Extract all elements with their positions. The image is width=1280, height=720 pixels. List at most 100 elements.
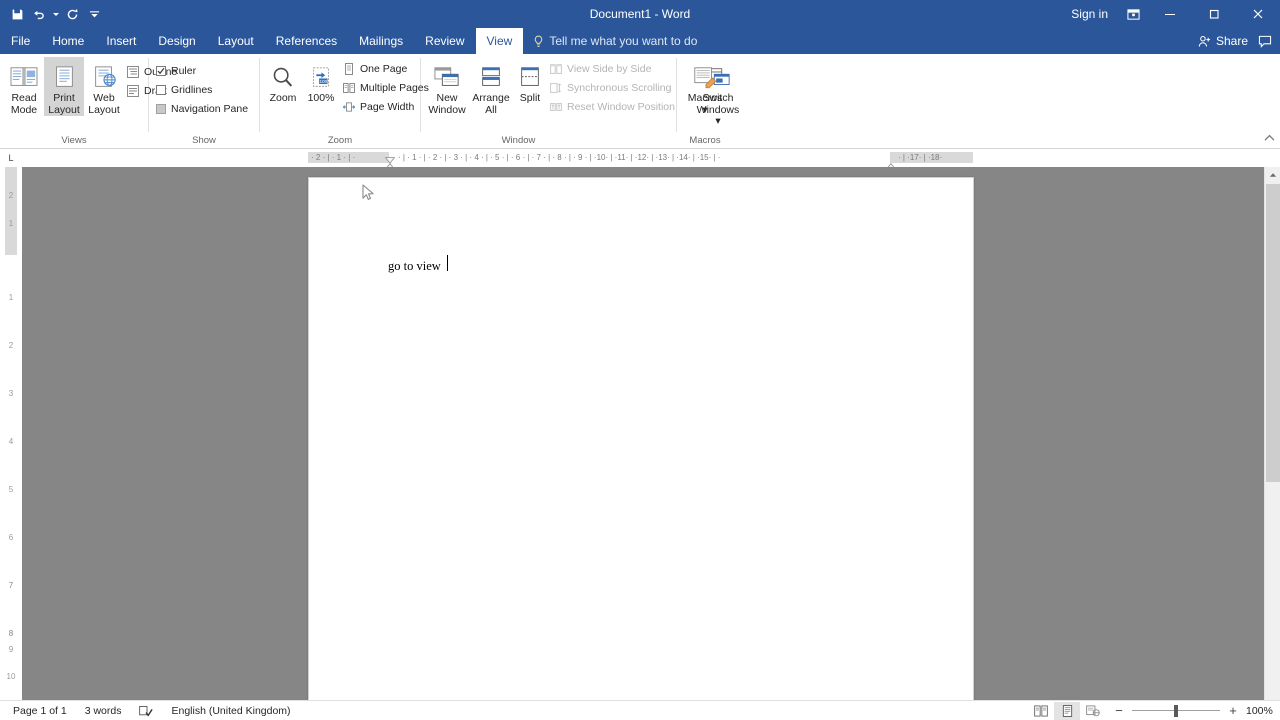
zoom-button[interactable]: Zoom [264, 57, 302, 105]
word-count[interactable]: 3 words [76, 701, 131, 720]
page-width-item[interactable]: Page Width [340, 98, 432, 116]
tell-me-search[interactable]: Tell me what you want to do [523, 28, 697, 54]
zoom-out-button[interactable]: − [1112, 703, 1126, 718]
multiple-pages-label: Multiple Pages [360, 82, 429, 94]
redo-icon[interactable] [61, 3, 83, 25]
document-body-text[interactable]: go to view [388, 259, 441, 274]
document-page[interactable]: go to view [308, 177, 974, 700]
customize-quick-access-toolbar-icon[interactable] [83, 3, 105, 25]
zoom-in-button[interactable]: + [1226, 703, 1240, 718]
share-button[interactable]: Share [1198, 34, 1248, 48]
zoom-slider-thumb[interactable] [1174, 704, 1178, 717]
vertical-scrollbar[interactable] [1264, 167, 1280, 700]
document-area: 2 1 1 2 3 4 5 6 7 8 7 8 9 10 go to view [0, 167, 1280, 700]
reset-window-position-item: Reset Window Position [547, 98, 678, 116]
zoom-level-label[interactable]: 100% [1246, 705, 1276, 717]
scrollbar-thumb[interactable] [1266, 184, 1280, 482]
web-layout-view-button[interactable] [1080, 702, 1106, 720]
view-side-by-side-item: View Side by Side [547, 60, 678, 78]
share-label: Share [1215, 34, 1248, 48]
sign-in-button[interactable]: Sign in [1061, 0, 1118, 28]
vruler-label: 6 [8, 533, 14, 542]
undo-dropdown-icon[interactable] [50, 3, 61, 25]
tab-stop-selector[interactable]: L [0, 149, 22, 167]
show-checkbox-list: Ruler Gridlines Navigation Pane [153, 60, 251, 118]
ribbon-group-macros: Macros ▾ Macros [677, 54, 733, 149]
ruler-label: Ruler [171, 65, 197, 77]
status-bar: Page 1 of 1 3 words English (United King… [0, 700, 1280, 720]
gridlines-checkbox[interactable] [156, 85, 166, 95]
ribbon-display-options-icon[interactable] [1118, 0, 1148, 28]
ruler-checkbox-row[interactable]: Ruler [153, 62, 251, 80]
ruler-checkbox[interactable] [156, 66, 166, 76]
tell-me-placeholder: Tell me what you want to do [549, 34, 698, 48]
vertical-ruler[interactable]: 2 1 1 2 3 4 5 6 7 8 7 8 9 10 [0, 167, 22, 700]
page-canvas[interactable]: go to view [22, 167, 1264, 700]
gridlines-checkbox-row[interactable]: Gridlines [153, 81, 251, 99]
tab-file[interactable]: File [0, 28, 41, 54]
print-layout-view-button[interactable] [1054, 701, 1080, 720]
zoom-100-icon: 100 [308, 59, 334, 93]
comments-icon[interactable] [1258, 35, 1272, 48]
macros-button[interactable]: Macros ▾ [681, 57, 729, 116]
tab-mailings[interactable]: Mailings [348, 28, 414, 54]
multiple-pages-icon [343, 82, 355, 94]
ribbon-group-show: Ruler Gridlines Navigation Pane Show [149, 54, 259, 149]
show-group-label: Show [192, 135, 216, 146]
undo-icon[interactable] [28, 3, 50, 25]
horizontal-ruler[interactable]: · 2 · | · 1 · | · · | · 1 · | · 2 · | · … [22, 149, 1264, 167]
close-icon[interactable] [1236, 0, 1280, 28]
collapse-ribbon-icon[interactable] [1262, 131, 1276, 145]
outline-view-icon [127, 66, 139, 78]
save-icon[interactable] [6, 3, 28, 25]
synchronous-scrolling-item: Synchronous Scrolling [547, 79, 678, 97]
tab-references[interactable]: References [265, 28, 348, 54]
proofing-errors-icon[interactable] [130, 705, 162, 717]
split-button[interactable]: Split [513, 57, 547, 105]
vruler-label: 3 [8, 389, 14, 398]
split-label: Split [519, 92, 541, 104]
language-indicator[interactable]: English (United Kingdom) [162, 701, 299, 720]
page-width-label: Page Width [360, 101, 415, 113]
tab-home[interactable]: Home [41, 28, 95, 54]
minimize-icon[interactable] [1148, 0, 1192, 28]
macros-label: Macros ▾ [687, 92, 723, 116]
read-mode-icon [9, 59, 39, 93]
text-caret [447, 255, 448, 271]
reset-window-position-label: Reset Window Position [567, 101, 675, 113]
restore-icon[interactable] [1192, 0, 1236, 28]
web-layout-button[interactable]: Web Layout [84, 57, 124, 116]
vruler-label: 8 [8, 629, 14, 638]
right-indent-marker[interactable] [886, 157, 895, 167]
tab-design[interactable]: Design [147, 28, 206, 54]
title-bar-right-controls: Sign in [1061, 0, 1280, 28]
scroll-up-arrow[interactable] [1265, 167, 1280, 183]
page-width-icon [343, 101, 355, 113]
tab-view[interactable]: View [475, 28, 524, 54]
read-mode-view-button[interactable] [1028, 702, 1054, 720]
horizontal-ruler-bar: L · 2 · | · 1 · | · · | · 1 · | · 2 · | … [0, 149, 1280, 167]
ribbon-tab-bar: File Home Insert Design Layout Reference… [0, 28, 1280, 54]
tab-review[interactable]: Review [414, 28, 475, 54]
arrange-all-button[interactable]: Arrange All [469, 57, 513, 116]
status-bar-right: − + 100% [1028, 701, 1276, 720]
tab-insert[interactable]: Insert [95, 28, 147, 54]
multiple-pages-item[interactable]: Multiple Pages [340, 79, 432, 97]
navigation-pane-checkbox-row[interactable]: Navigation Pane [153, 100, 251, 118]
navigation-pane-checkbox[interactable] [156, 104, 166, 114]
tab-layout[interactable]: Layout [207, 28, 265, 54]
one-page-label: One Page [360, 63, 408, 75]
magnifier-icon [270, 59, 296, 93]
web-layout-label: Web Layout [88, 92, 120, 116]
zoom-100-button[interactable]: 100 100% [302, 57, 340, 105]
lightbulb-icon [533, 35, 544, 48]
new-window-button[interactable]: New Window [425, 57, 469, 116]
read-mode-button[interactable]: Read Mode [4, 57, 44, 116]
macros-group-label: Macros [689, 135, 721, 146]
one-page-item[interactable]: One Page [340, 60, 432, 78]
print-layout-button[interactable]: Print Layout [44, 57, 84, 116]
zoom-slider[interactable] [1132, 704, 1220, 718]
vruler-label: 9 [8, 645, 14, 654]
vruler-label: 10 [6, 672, 16, 681]
page-indicator[interactable]: Page 1 of 1 [4, 701, 76, 720]
